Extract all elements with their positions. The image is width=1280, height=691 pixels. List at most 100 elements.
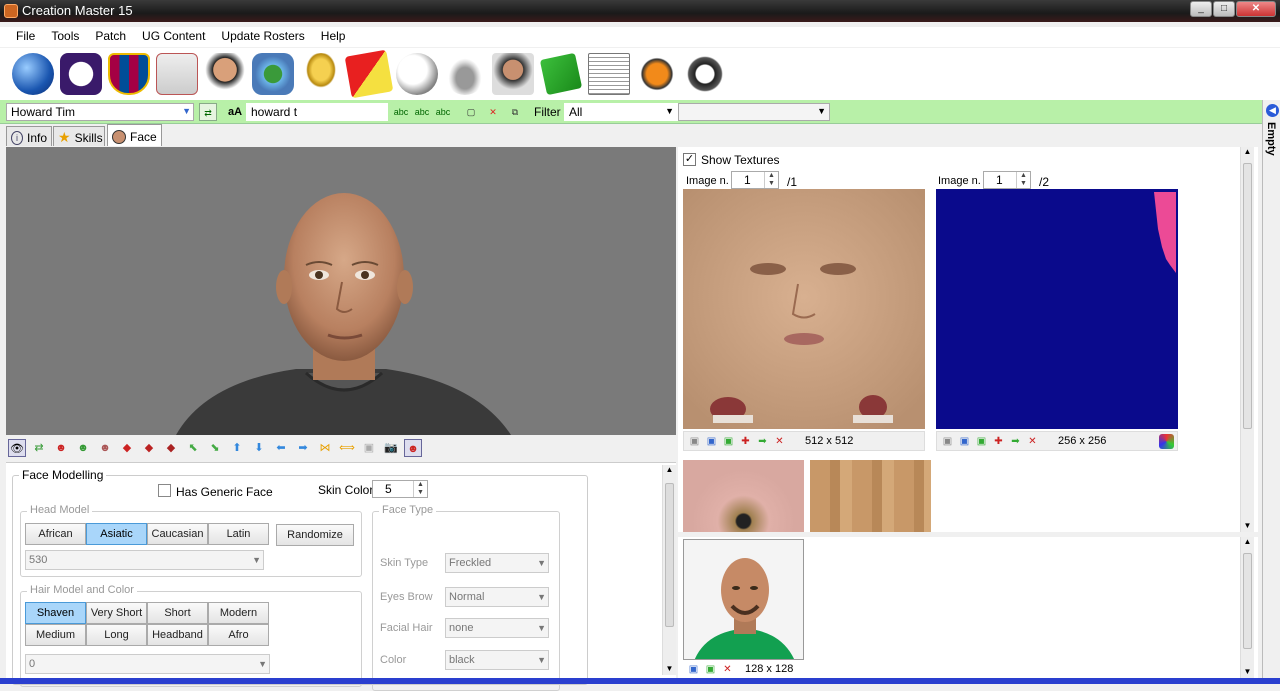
head-green-icon[interactable]: ☻ (74, 439, 92, 457)
skin-detail-texture-image[interactable] (810, 460, 931, 532)
scroll-up-icon[interactable]: ▲ (1241, 147, 1254, 156)
arrow-left-icon[interactable]: ⬅ (272, 439, 290, 457)
import-icon[interactable]: ▣ (957, 434, 972, 449)
head-gray-icon[interactable]: ☻ (96, 439, 114, 457)
camera-icon[interactable]: 📷 (382, 439, 400, 457)
manager-portrait-icon[interactable] (492, 53, 534, 95)
arrow-up-left-icon[interactable]: ⬉ (184, 439, 202, 457)
import-icon[interactable]: ▣ (686, 662, 701, 677)
headphones-icon[interactable] (684, 53, 726, 95)
generic-face-checkbox[interactable] (158, 484, 171, 497)
head-caucasian-button[interactable]: Caucasian (147, 523, 208, 545)
delete-document-icon[interactable]: ✕ (484, 103, 502, 121)
menu-help[interactable]: Help (313, 27, 354, 47)
face-3d-viewport[interactable] (6, 147, 676, 435)
trophy-icon[interactable] (300, 53, 342, 95)
hair-modern-button[interactable]: Modern (208, 602, 269, 624)
menu-tools[interactable]: Tools (43, 27, 87, 47)
hair-shaven-button[interactable]: Shaven (25, 602, 86, 624)
hair-dark-icon[interactable]: ◆ (162, 439, 180, 457)
scroll-down-icon[interactable]: ▼ (1241, 667, 1254, 676)
arrow-right-icon[interactable]: ➡ (294, 439, 312, 457)
delete-icon[interactable]: ✕ (720, 662, 735, 677)
scroll-down-icon[interactable]: ▼ (663, 664, 676, 673)
export-icon[interactable]: ▣ (703, 662, 718, 677)
arrow-down-icon[interactable]: ⬇ (250, 439, 268, 457)
tab-face[interactable]: Face (107, 124, 162, 146)
hair-short-button[interactable]: Short (147, 602, 208, 624)
show-textures-checkbox[interactable]: ✓ (683, 153, 696, 166)
scroll-up-icon[interactable]: ▲ (663, 465, 676, 474)
facial-hair-select[interactable]: none ▼ (445, 618, 549, 638)
player-name-combo[interactable]: Howard Tim ▼ (6, 103, 194, 121)
head-model-select[interactable]: 530 ▼ (25, 550, 264, 570)
export-icon[interactable]: ▣ (974, 434, 989, 449)
color-picker-icon[interactable] (1159, 433, 1174, 449)
head-red-icon[interactable]: ☻ (52, 439, 70, 457)
arrow-left-icon[interactable]: ◀ (1266, 104, 1279, 117)
hair-medium-button[interactable]: Medium (25, 624, 86, 646)
ball-icon[interactable] (396, 53, 438, 95)
premier-league-icon[interactable] (60, 53, 102, 95)
head-african-button[interactable]: African (25, 523, 86, 545)
hair-headband-button[interactable]: Headband (147, 624, 208, 646)
swap-icon[interactable]: ⇄ (199, 103, 217, 121)
filter-select[interactable]: All ▼ (564, 103, 678, 121)
import-red-icon[interactable]: ✚ (738, 434, 753, 449)
minimize-button[interactable]: _ (1190, 1, 1212, 17)
delete-icon[interactable]: ✕ (772, 434, 787, 449)
eye-icon[interactable]: 👁 (8, 439, 26, 457)
spinner-arrows-icon[interactable]: ▲ ▼ (764, 172, 778, 188)
close-button[interactable]: ✕ (1236, 1, 1276, 17)
secondary-filter-select[interactable]: ▼ (678, 103, 830, 121)
spinner-arrows-icon[interactable]: ▲ ▼ (1016, 172, 1030, 188)
randomize-button[interactable]: Randomize (276, 524, 354, 546)
spinner-arrows-icon[interactable]: ▲ ▼ (413, 481, 427, 497)
shrink-horizontal-icon[interactable]: ⋈ (316, 439, 334, 457)
newspaper-icon[interactable] (588, 53, 630, 95)
hair-model-select[interactable]: 0 ▼ (25, 654, 270, 674)
head-latin-button[interactable]: Latin (208, 523, 269, 545)
right-image-spinner[interactable]: 1 ▲ ▼ (983, 171, 1031, 189)
hair-long-button[interactable]: Long (86, 624, 147, 646)
scroll-thumb[interactable] (1243, 553, 1252, 649)
hair-color-select[interactable]: black ▼ (445, 650, 549, 670)
spellcheck-icon[interactable]: abc (392, 103, 410, 121)
export-green-icon[interactable]: ➡ (1008, 434, 1023, 449)
eyes-brow-select[interactable]: Normal ▼ (445, 587, 549, 607)
hair-texture-image[interactable] (936, 189, 1178, 429)
expand-horizontal-icon[interactable]: ⟺ (338, 439, 356, 457)
face-texture-image[interactable] (683, 189, 925, 429)
player-portrait-icon[interactable] (204, 53, 246, 95)
save-icon[interactable]: ▣ (940, 434, 955, 449)
tab-info[interactable]: i Info (6, 126, 52, 146)
menu-file[interactable]: File (8, 27, 43, 47)
arrow-down-right-icon[interactable]: ⬊ (206, 439, 224, 457)
pitch-icon[interactable] (539, 52, 583, 96)
texture-scrollbar[interactable]: ▲ ▼ (1240, 147, 1254, 532)
scroll-down-icon[interactable]: ▼ (1241, 521, 1254, 530)
barcelona-crest-icon[interactable] (108, 53, 150, 95)
save-disabled-icon[interactable]: ▣ (360, 439, 378, 457)
copy-document-icon[interactable]: ⧉ (506, 103, 524, 121)
menu-patch[interactable]: Patch (87, 27, 134, 47)
import-icon[interactable]: ▣ (704, 434, 719, 449)
head-selected-icon[interactable]: ☻ (404, 439, 422, 457)
refresh-icon[interactable]: ⇄ (30, 439, 48, 457)
stadium-icon[interactable] (252, 53, 294, 95)
menu-ug-content[interactable]: UG Content (134, 27, 213, 47)
eye-texture-image[interactable] (683, 460, 804, 532)
arrow-up-icon[interactable]: ⬆ (228, 439, 246, 457)
gloves-icon[interactable] (636, 53, 678, 95)
side-panel-label[interactable]: Empty (1265, 122, 1277, 156)
hair-red-icon[interactable]: ◆ (118, 439, 136, 457)
spellcheck-icon-2[interactable]: abc (413, 103, 431, 121)
export-green-icon[interactable]: ➡ (755, 434, 770, 449)
save-icon[interactable]: ▣ (687, 434, 702, 449)
menu-update-rosters[interactable]: Update Rosters (213, 27, 312, 47)
globe-icon[interactable] (12, 53, 54, 95)
scroll-thumb[interactable] (1243, 163, 1252, 429)
left-image-spinner[interactable]: 1 ▲ ▼ (731, 171, 779, 189)
delete-icon[interactable]: ✕ (1025, 434, 1040, 449)
player-portrait-image[interactable] (683, 539, 804, 660)
